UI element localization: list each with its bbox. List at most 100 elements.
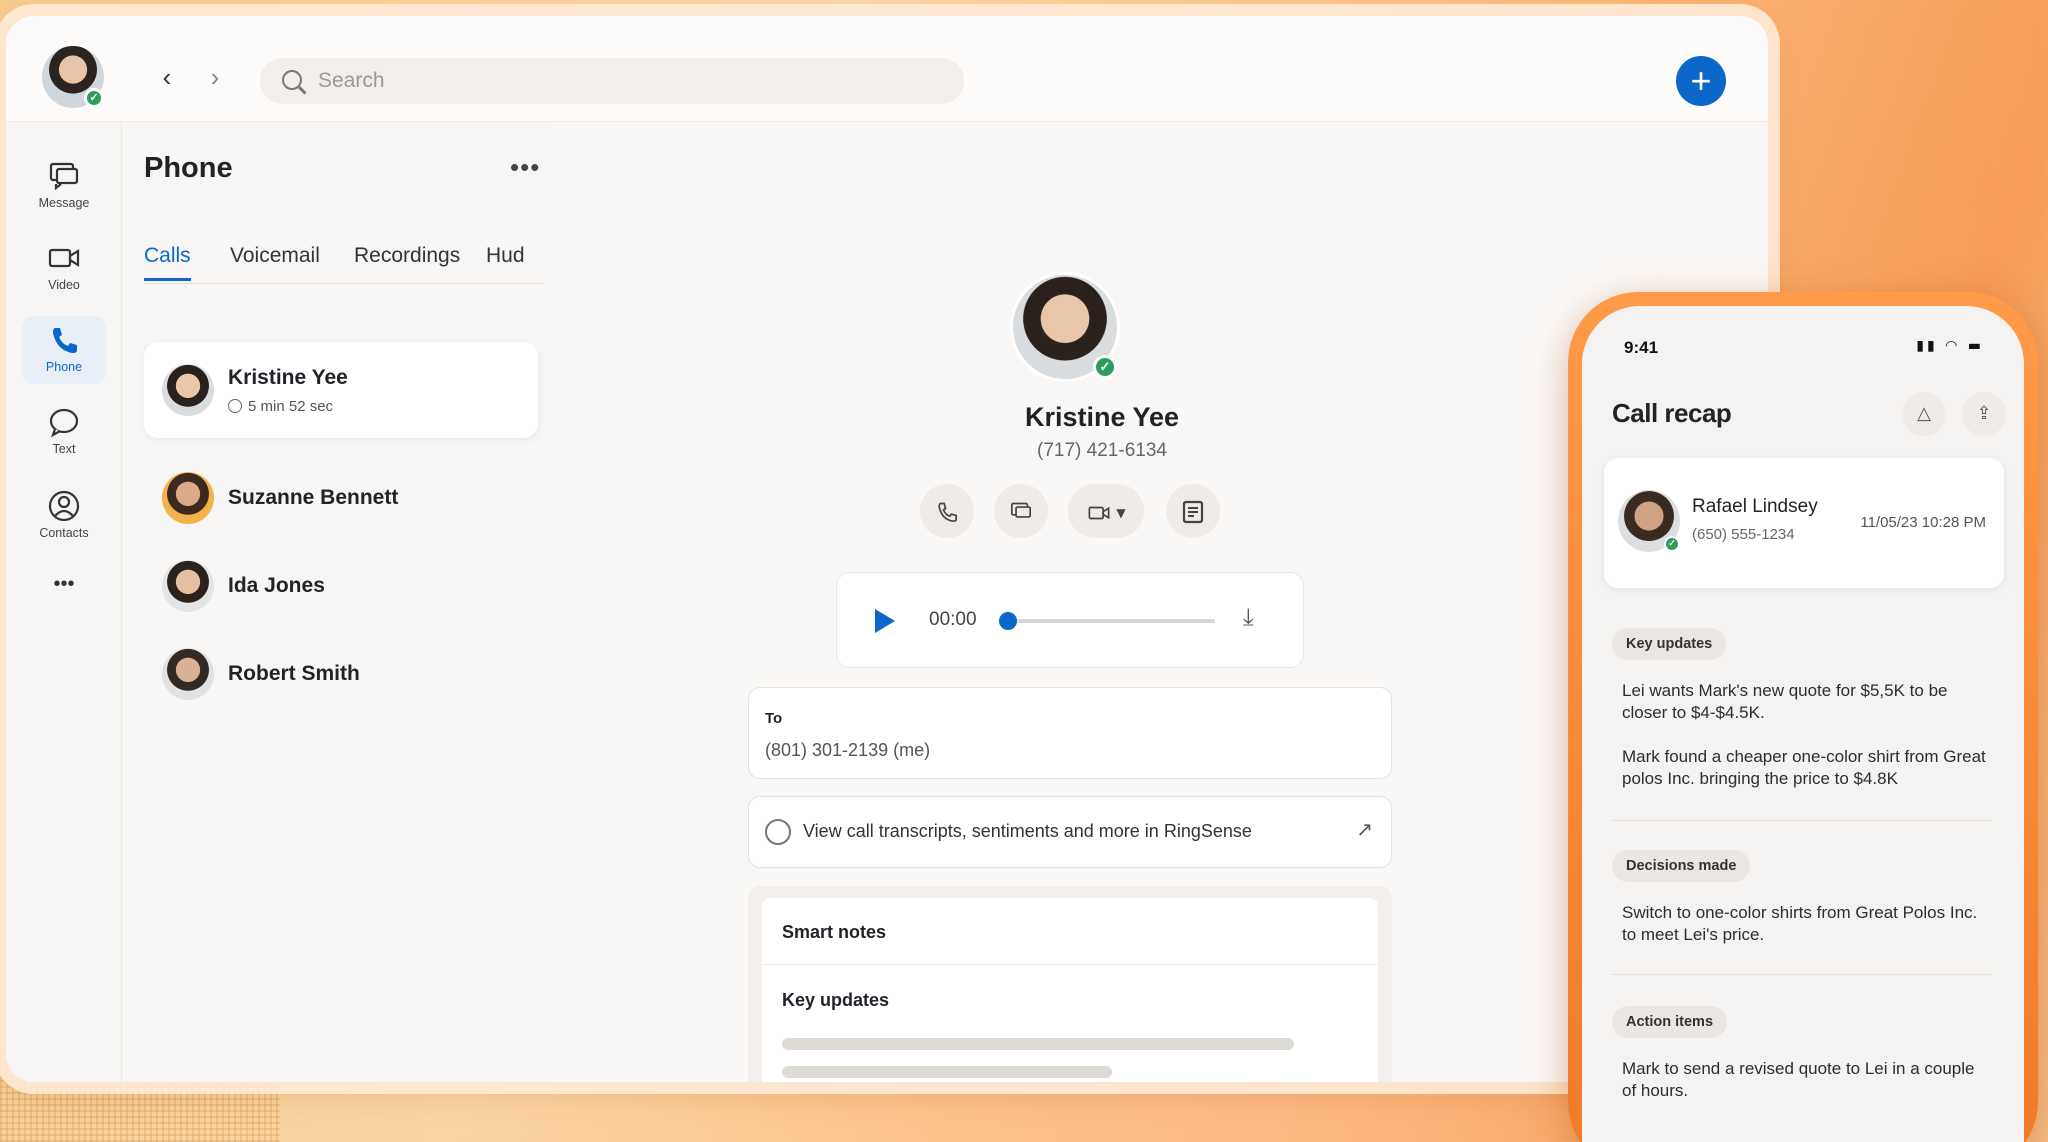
call-duration: 5 min 52 sec	[228, 398, 333, 415]
top-bar: ✓ ‹ › +	[6, 16, 1768, 122]
ringsense-link-text: View call transcripts, sentiments and mo…	[803, 821, 1252, 841]
search-icon	[282, 70, 302, 90]
tab-hud[interactable]: Hud	[486, 244, 525, 278]
action-items-chip: Action items	[1612, 1006, 1728, 1038]
video-call-button[interactable]: ▼	[1068, 484, 1144, 538]
calls-list-pane: Phone ••• Calls Voicemail Recordings Hud…	[122, 122, 552, 1082]
notes-button[interactable]	[1166, 484, 1220, 538]
avatar	[162, 648, 214, 700]
recap-caller-card: ✓ Rafael Lindsey (650) 555-1234 11/05/23…	[1604, 458, 2004, 588]
smart-notes-title: Smart notes	[782, 922, 887, 942]
nav-phone[interactable]: Phone	[22, 316, 106, 384]
call-item-robert-smith[interactable]: Robert Smith	[144, 634, 538, 714]
tab-recordings[interactable]: Recordings	[354, 244, 460, 278]
key-update-item: Lei wants Mark's new quote for $5,5K to …	[1622, 681, 1948, 722]
search-input[interactable]	[318, 58, 918, 104]
recap-caller-name: Rafael Lindsey	[1692, 496, 1818, 517]
playback-scrubber-handle[interactable]	[999, 612, 1017, 630]
message-icon	[1010, 502, 1032, 518]
nav-video-label: Video	[48, 278, 80, 292]
nav-contacts-label: Contacts	[39, 526, 89, 540]
ringsense-icon	[765, 819, 791, 845]
to-label: To	[765, 710, 783, 727]
user-avatar[interactable]: ✓	[42, 46, 104, 108]
call-recap-title: Call recap	[1612, 398, 1732, 428]
search-bar[interactable]	[260, 58, 964, 104]
decision-item: Switch to one-color shirts from Great Po…	[1622, 903, 1978, 944]
tab-calls[interactable]: Calls	[144, 244, 191, 281]
more-options-icon[interactable]: •••	[510, 152, 540, 183]
contacts-icon	[47, 490, 81, 522]
loading-placeholder-line	[782, 1038, 1294, 1050]
chevron-right-icon[interactable]: ›	[202, 64, 228, 90]
caller-name: Robert Smith	[228, 662, 360, 685]
tab-voicemail[interactable]: Voicemail	[230, 244, 320, 278]
contact-avatar: ✓	[1010, 272, 1120, 382]
nav-message-label: Message	[38, 196, 90, 210]
chevron-left-icon[interactable]: ‹	[154, 64, 180, 90]
ringsense-link[interactable]: View call transcripts, sentiments and mo…	[748, 796, 1392, 868]
call-item-kristine-yee[interactable]: Kristine Yee 5 min 52 sec	[144, 342, 538, 438]
key-update-item: Mark found a cheaper one-color shirt fro…	[1622, 747, 1986, 788]
contact-name: Kristine Yee	[1024, 402, 1180, 432]
call-duration-text: 5 min 52 sec	[248, 398, 334, 415]
smart-notes-card: Smart notes Key updates	[748, 886, 1392, 1082]
more-horizontal-icon: •••	[53, 573, 75, 595]
nav-video[interactable]: Video	[22, 234, 106, 302]
video-icon	[1088, 506, 1110, 519]
nav-text-label: Text	[52, 442, 76, 456]
external-link-icon: ↗	[1356, 817, 1373, 841]
caller-name: Ida Jones	[228, 574, 325, 597]
nav-text[interactable]: Text	[22, 398, 106, 466]
to-field-card: To (801) 301-2139 (me)	[748, 687, 1392, 779]
status-bar-signal-wifi-battery-icon: ▮▮ ◠ ▬	[1916, 338, 1984, 354]
recording-player: 00:00 ⤓	[836, 572, 1304, 668]
share-icon[interactable]: ⇪	[1962, 392, 2006, 436]
recap-caller-phone: (650) 555-1234	[1692, 526, 1795, 543]
chevron-down-icon: ▼	[1116, 505, 1126, 520]
mobile-screen: 9:41 ▮▮ ◠ ▬ Call recap △ ⇪ ✕ ✓ Rafael Li…	[1582, 306, 2024, 1142]
call-item-ida-jones[interactable]: Ida Jones	[144, 546, 538, 626]
close-icon[interactable]: ✕	[2022, 392, 2024, 436]
presence-available-icon: ✓	[1664, 536, 1680, 552]
caller-name: Kristine Yee	[228, 366, 348, 389]
divider	[1612, 974, 1992, 975]
status-bar-time: 9:41	[1624, 338, 1659, 357]
playback-progress-track[interactable]	[1005, 619, 1215, 623]
smart-notes-content: Smart notes Key updates	[762, 898, 1378, 1082]
contact-phone: (717) 421-6134	[1037, 440, 1167, 461]
nav-contacts[interactable]: Contacts	[22, 482, 106, 550]
call-button[interactable]	[920, 484, 974, 538]
play-icon[interactable]	[875, 609, 895, 633]
page-title: Phone	[144, 152, 233, 184]
key-updates-chip: Key updates	[1612, 628, 1727, 660]
message-button[interactable]	[994, 484, 1048, 538]
nav-more[interactable]: •••	[22, 566, 106, 606]
desktop-app-window: ✓ ‹ › + Message Video Phone	[6, 16, 1768, 1082]
avatar: ✓	[1618, 490, 1680, 552]
tab-bar: Calls Voicemail Recordings Hud	[144, 244, 544, 284]
left-navigation: Message Video Phone Text Contacts •••	[6, 122, 122, 1082]
recap-call-datetime: 11/05/23 10:28 PM	[1860, 514, 1986, 531]
new-action-button[interactable]: +	[1676, 56, 1726, 106]
avatar	[162, 560, 214, 612]
loading-placeholder-line	[782, 1066, 1112, 1078]
to-value: (801) 301-2139 (me)	[765, 740, 931, 760]
nav-phone-label: Phone	[45, 360, 83, 374]
avatar	[162, 364, 214, 416]
message-icon	[47, 160, 81, 192]
call-item-suzanne-bennett[interactable]: Suzanne Bennett	[144, 458, 538, 538]
phone-icon	[938, 502, 958, 523]
video-icon	[47, 242, 81, 274]
action-item: Mark to send a revised quote to Lei in a…	[1622, 1059, 1975, 1100]
download-icon[interactable]: ⤓	[1243, 603, 1254, 631]
phone-icon	[47, 324, 81, 356]
presence-available-icon: ✓	[1093, 355, 1117, 379]
mobile-phone-frame: 9:41 ▮▮ ◠ ▬ Call recap △ ⇪ ✕ ✓ Rafael Li…	[1568, 292, 2038, 1142]
caller-name: Suzanne Bennett	[228, 486, 399, 509]
nav-message[interactable]: Message	[22, 152, 106, 220]
divider	[762, 964, 1378, 965]
alert-triangle-icon[interactable]: △	[1902, 392, 1946, 436]
presence-available-icon: ✓	[84, 88, 104, 108]
decisions-made-chip: Decisions made	[1612, 850, 1751, 882]
